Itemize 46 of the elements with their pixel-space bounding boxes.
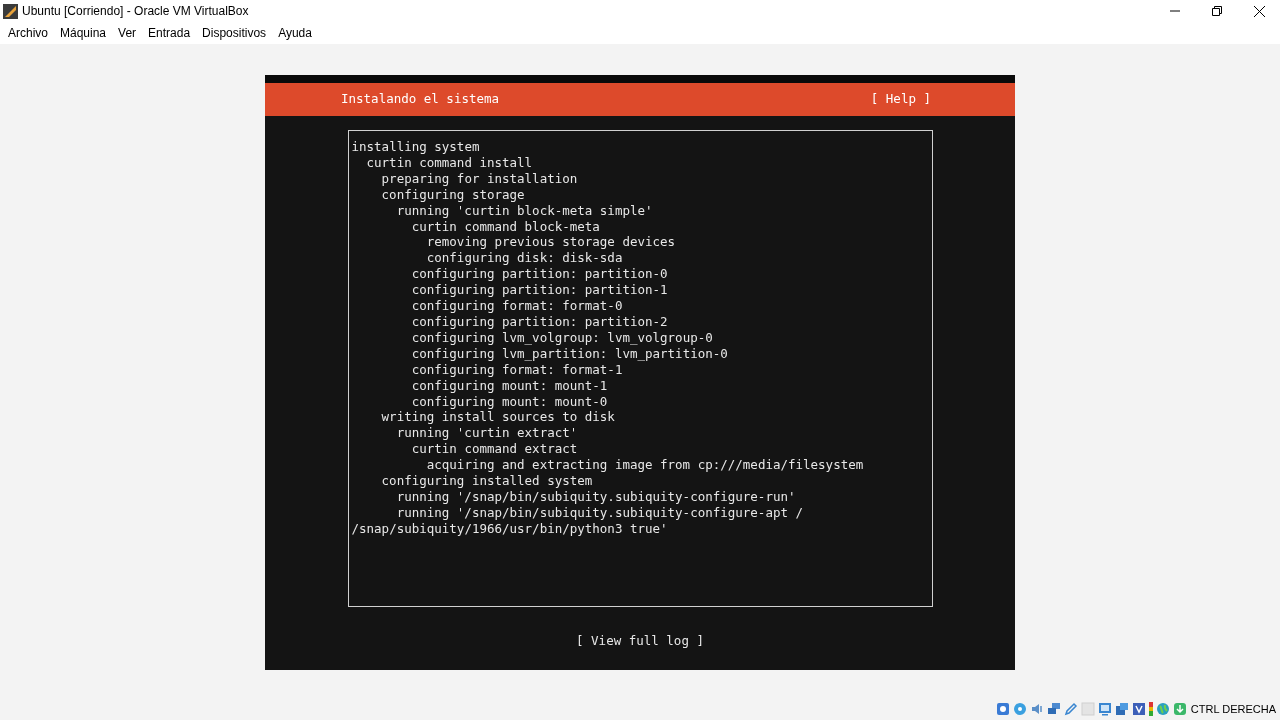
log-line: configuring mount: mount-0: [410, 393, 609, 410]
log-line: configuring partition: partition-0: [410, 266, 669, 283]
log-line: configuring format: format-1: [410, 361, 624, 378]
menu-item[interactable]: Entrada: [142, 24, 197, 42]
monitor-icon[interactable]: [1097, 702, 1112, 716]
log-line: configuring lvm_volgroup: lvm_volgroup-0: [410, 329, 714, 346]
log-line: configuring partition: partition-1: [410, 282, 669, 299]
log-line: configuring format: format-0: [410, 298, 624, 314]
log-line: preparing for installation: [380, 170, 579, 187]
log-line: writing install sources to disk: [380, 409, 616, 426]
log-line: curtin command extract: [410, 441, 579, 458]
log-line: curtin command install: [365, 154, 534, 171]
help-button[interactable]: [ Help ]: [870, 90, 931, 109]
restore-icon[interactable]: [1212, 6, 1222, 16]
globe-icon[interactable]: [1155, 702, 1170, 716]
activity-bar-icon: [1148, 702, 1153, 716]
view-full-log-button[interactable]: [ View full log ]: [576, 632, 704, 651]
window-title: Ubuntu [Corriendo] - Oracle VM VirtualBox: [22, 3, 249, 20]
log-line: curtin command block-meta: [410, 218, 601, 235]
log-line: acquiring and extracting image from cp:///media/filesystem: [425, 457, 865, 474]
pen-icon[interactable]: [1063, 702, 1078, 716]
log-line: configuring disk: disk-sda: [425, 250, 624, 267]
v-badge-icon[interactable]: [1131, 702, 1146, 716]
download-icon[interactable]: [1172, 702, 1187, 716]
log-line: running '/snap/bin/subiquity.subiquity-configure-apt / /snap/subiquity/1966/usr/bin/python3 true': [351, 504, 805, 537]
log-line: configuring mount: mount-1: [410, 377, 609, 394]
installer-title: Instalando el sistema: [341, 90, 500, 109]
menu-item[interactable]: Archivo: [2, 24, 54, 42]
menu-item[interactable]: Ver: [112, 24, 143, 42]
menu-item[interactable]: Ayuda: [272, 24, 318, 42]
host-key-label: CTRL DERECHA: [1190, 701, 1276, 717]
log-line: configuring installed system: [380, 473, 594, 489]
log-line: configuring lvm_partition: lvm_partition-0: [410, 345, 729, 362]
close-icon[interactable]: [1253, 5, 1265, 17]
optical-disc-icon[interactable]: [1012, 702, 1027, 716]
log-line: installing system: [351, 139, 481, 155]
log-line: running '/snap/bin/subiquity.subiquity-configure-run': [395, 488, 797, 505]
menu-item[interactable]: Dispositivos: [196, 24, 273, 42]
log-line: configuring storage: [380, 186, 526, 203]
log-line: removing previous storage devices: [425, 234, 677, 251]
menu-item[interactable]: Máquina: [54, 24, 113, 42]
log-line: running 'curtin block-meta simple': [395, 202, 654, 219]
speaker-icon[interactable]: [1029, 702, 1044, 716]
app-icon: [3, 3, 18, 19]
log-line: configuring partition: partition-2: [410, 313, 669, 330]
log-line: running 'curtin extract': [395, 425, 579, 442]
